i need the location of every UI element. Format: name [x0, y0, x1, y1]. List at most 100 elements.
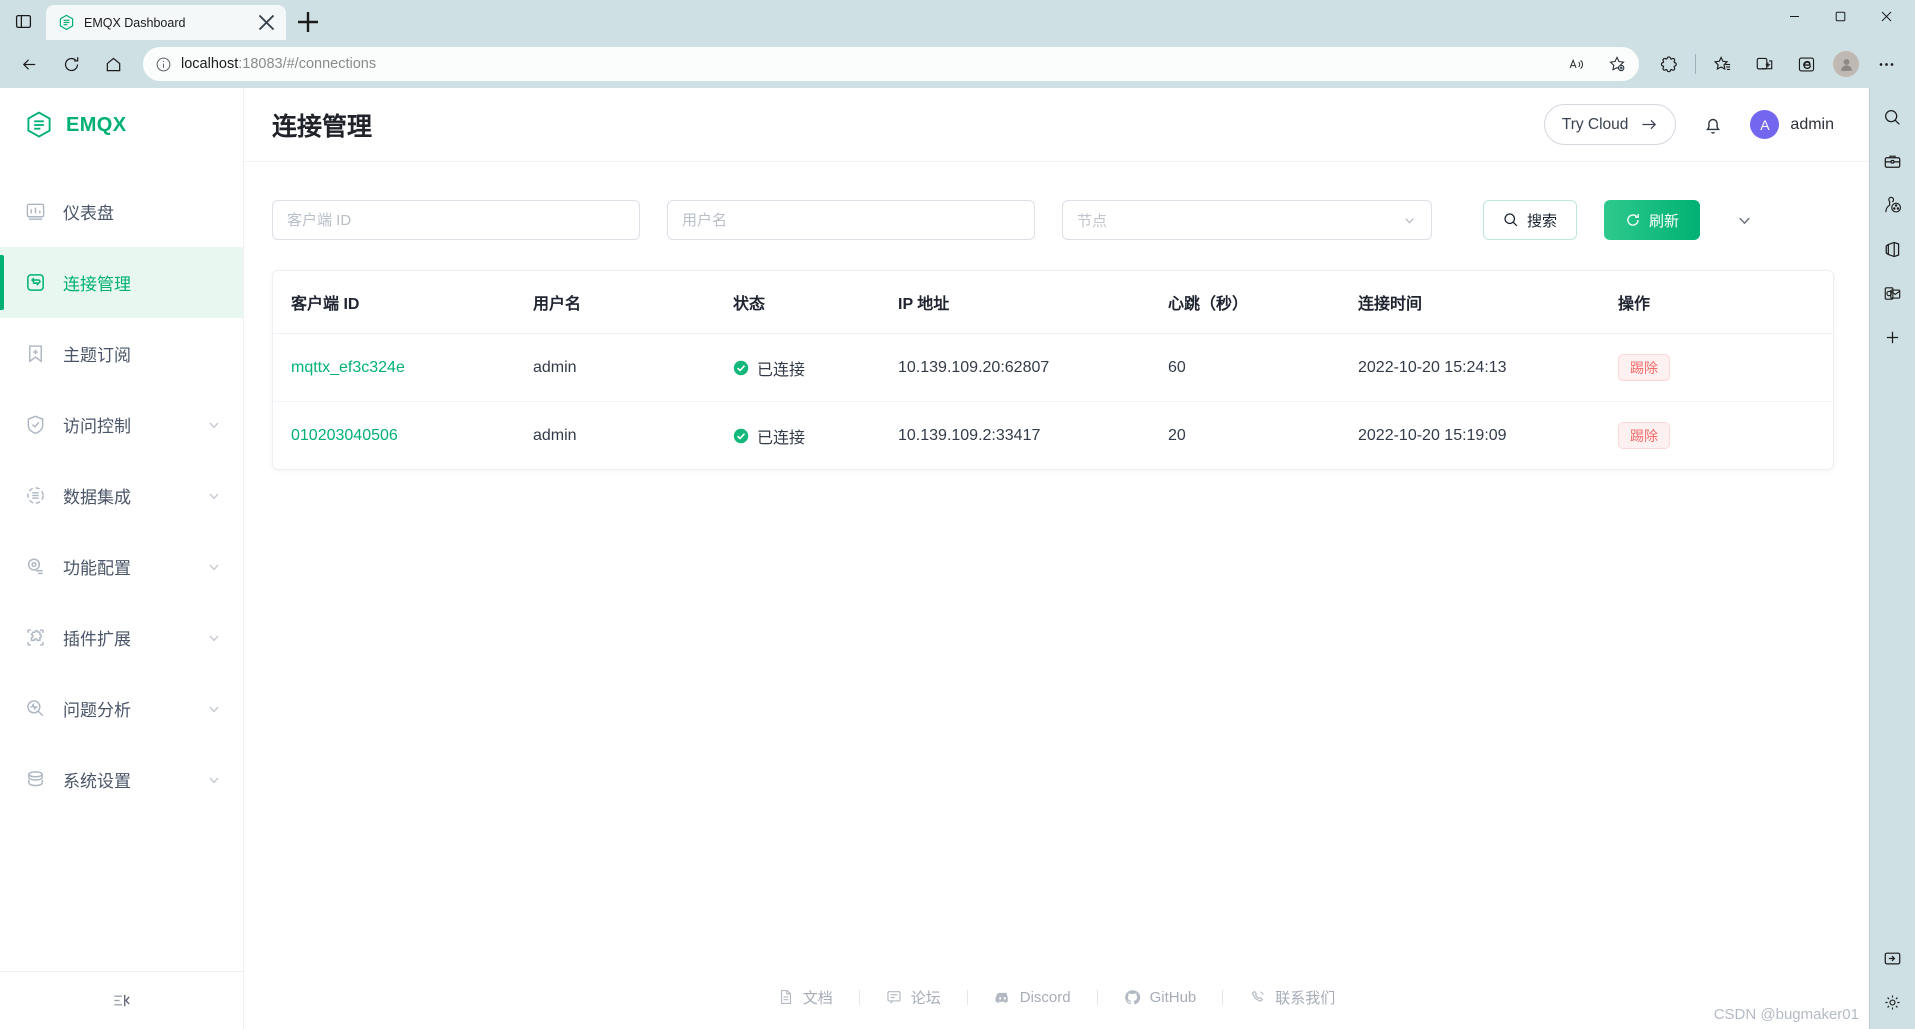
- sidebar-item-dashboard[interactable]: 仪表盘: [0, 176, 243, 247]
- info-circle-icon[interactable]: [155, 56, 172, 73]
- avatar: A: [1750, 110, 1780, 139]
- extensions-icon[interactable]: [1649, 46, 1689, 82]
- sidebar-item-system-settings[interactable]: 系统设置: [0, 744, 243, 815]
- col-clientid: 客户端 ID: [273, 271, 533, 334]
- chevron-down-icon: [207, 560, 221, 574]
- sidebar-item-plugins[interactable]: 插件扩展: [0, 602, 243, 673]
- add-tool-icon[interactable]: [1876, 320, 1910, 354]
- browser-toolbar: localhost:18083/#/connections: [0, 40, 1915, 88]
- emqx-hex-icon: [58, 14, 75, 31]
- tab-overview-icon[interactable]: [4, 4, 42, 38]
- brand-name: EMQX: [66, 113, 127, 136]
- kick-button[interactable]: 踢除: [1618, 422, 1670, 449]
- address-bar[interactable]: localhost:18083/#/connections: [143, 47, 1639, 81]
- watermark: CSDN @bugmaker01: [1713, 1006, 1859, 1023]
- office-icon[interactable]: [1876, 232, 1910, 266]
- forum-icon: [886, 989, 902, 1005]
- chevron-down-icon: [207, 418, 221, 432]
- page-title: 连接管理: [272, 112, 373, 141]
- settings-more-icon[interactable]: [1866, 46, 1906, 82]
- url-path: :18083/#/connections: [238, 56, 377, 72]
- sidebar-item-label: 访问控制: [63, 417, 131, 436]
- collapse-sidebar-icon[interactable]: [105, 986, 139, 1016]
- sidebar-item-topics[interactable]: 主题订阅: [0, 318, 243, 389]
- footer-link-docs[interactable]: 文档: [752, 987, 859, 1008]
- sidebar-item-diagnose[interactable]: 问题分析: [0, 673, 243, 744]
- brand-logo[interactable]: EMQX: [0, 88, 243, 162]
- sidebar-item-connections[interactable]: 连接管理: [0, 247, 243, 318]
- footer-link-discord[interactable]: Discord: [968, 989, 1097, 1006]
- cell-connected-at: 2022-10-20 15:19:09: [1358, 426, 1507, 444]
- user-menu[interactable]: A admin: [1750, 110, 1834, 139]
- search-button[interactable]: 搜索: [1483, 200, 1578, 240]
- discord-icon: [994, 989, 1011, 1006]
- plus-icon[interactable]: [292, 7, 324, 37]
- bell-icon[interactable]: [1698, 110, 1728, 140]
- games-icon[interactable]: [1876, 188, 1910, 222]
- settings-gear-icon[interactable]: [1876, 985, 1910, 1019]
- close-icon[interactable]: [256, 12, 277, 33]
- url-host: localhost: [181, 56, 239, 72]
- profile-avatar-icon[interactable]: [1833, 51, 1859, 77]
- table-row[interactable]: 010203040506 admin 已连接 10.139.109.2:3341…: [273, 402, 1833, 470]
- cell-keepalive: 20: [1168, 426, 1186, 444]
- footer-link-label: 论坛: [910, 989, 941, 1007]
- search-label: 搜索: [1527, 212, 1558, 230]
- sidebar-item-data-integration[interactable]: 数据集成: [0, 460, 243, 531]
- outlook-icon[interactable]: [1876, 276, 1910, 310]
- username-filter[interactable]: [667, 200, 1035, 240]
- browser-tab[interactable]: EMQX Dashboard: [46, 5, 286, 40]
- toolbar-divider: [1695, 54, 1696, 74]
- split-screen-icon[interactable]: [1744, 46, 1784, 82]
- more-filters-toggle[interactable]: [1727, 203, 1761, 237]
- maximize-icon[interactable]: [1817, 0, 1863, 33]
- sidebar-nav: 仪表盘 连接管理 主题订阅 访问控制 数据集成 功能配置 插件扩展 问题分析 系…: [0, 162, 243, 971]
- table-head: 客户端 ID 用户名 状态 IP 地址 心跳（秒） 连接时间 操作: [273, 271, 1833, 334]
- refresh-button[interactable]: 刷新: [1604, 200, 1701, 240]
- connections-icon: [24, 272, 46, 294]
- briefcase-icon[interactable]: [1876, 144, 1910, 178]
- chevron-down-icon: [207, 773, 221, 787]
- check-circle-icon: [733, 360, 749, 376]
- topics-icon: [24, 343, 46, 365]
- try-cloud-button[interactable]: Try Cloud: [1543, 104, 1677, 145]
- footer-link-forum[interactable]: 论坛: [860, 987, 967, 1008]
- data-integration-icon: [24, 485, 46, 507]
- refresh-icon: [1625, 212, 1641, 228]
- add-favorite-icon[interactable]: [1601, 50, 1633, 78]
- node-filter-select[interactable]: 节点: [1062, 200, 1432, 240]
- diagnose-icon: [24, 698, 46, 720]
- kick-button[interactable]: 踢除: [1618, 354, 1670, 381]
- connections-table-card: 客户端 ID 用户名 状态 IP 地址 心跳（秒） 连接时间 操作 mqttx_…: [272, 270, 1834, 470]
- minimize-icon[interactable]: [1771, 0, 1817, 33]
- clientid-input[interactable]: [287, 211, 625, 229]
- browser-window: EMQX Dashboard localhost:18083/#/connect…: [0, 0, 1915, 1029]
- arrow-right-icon: [1641, 117, 1658, 132]
- read-aloud-icon[interactable]: [1560, 50, 1592, 78]
- footer-link-contact[interactable]: 联系我们: [1223, 987, 1361, 1008]
- search-icon[interactable]: [1876, 100, 1910, 134]
- home-icon[interactable]: [93, 46, 133, 82]
- clientid-link[interactable]: mqttx_ef3c324e: [291, 359, 405, 376]
- clientid-link[interactable]: 010203040506: [291, 427, 398, 444]
- clientid-filter[interactable]: [272, 200, 640, 240]
- sidebar-item-feature-config[interactable]: 功能配置: [0, 531, 243, 602]
- drop-tool-icon[interactable]: [1876, 941, 1910, 975]
- sidebar-item-access-control[interactable]: 访问控制: [0, 389, 243, 460]
- node-filter-placeholder: 节点: [1077, 212, 1108, 230]
- col-connected: 连接时间: [1358, 271, 1618, 334]
- footer-link-github[interactable]: GitHub: [1098, 989, 1223, 1006]
- window-close-icon[interactable]: [1863, 0, 1909, 33]
- app-footer: 文档 论坛 Discord GitHub 联系我们 CSDN @bugmaker…: [244, 965, 1869, 1029]
- database-icon: [24, 769, 46, 791]
- back-arrow-icon[interactable]: [9, 46, 49, 82]
- col-status: 状态: [733, 271, 898, 334]
- username-input[interactable]: [682, 211, 1020, 229]
- status-badge: 已连接: [733, 424, 898, 448]
- url-text: localhost:18083/#/connections: [181, 56, 1551, 72]
- table-row[interactable]: mqttx_ef3c324e admin 已连接 10.139.109.20:6…: [273, 333, 1833, 402]
- ie-mode-icon[interactable]: [1786, 46, 1826, 82]
- gear-config-icon: [24, 556, 46, 578]
- reload-icon[interactable]: [51, 46, 91, 82]
- collections-icon[interactable]: [1702, 46, 1742, 82]
